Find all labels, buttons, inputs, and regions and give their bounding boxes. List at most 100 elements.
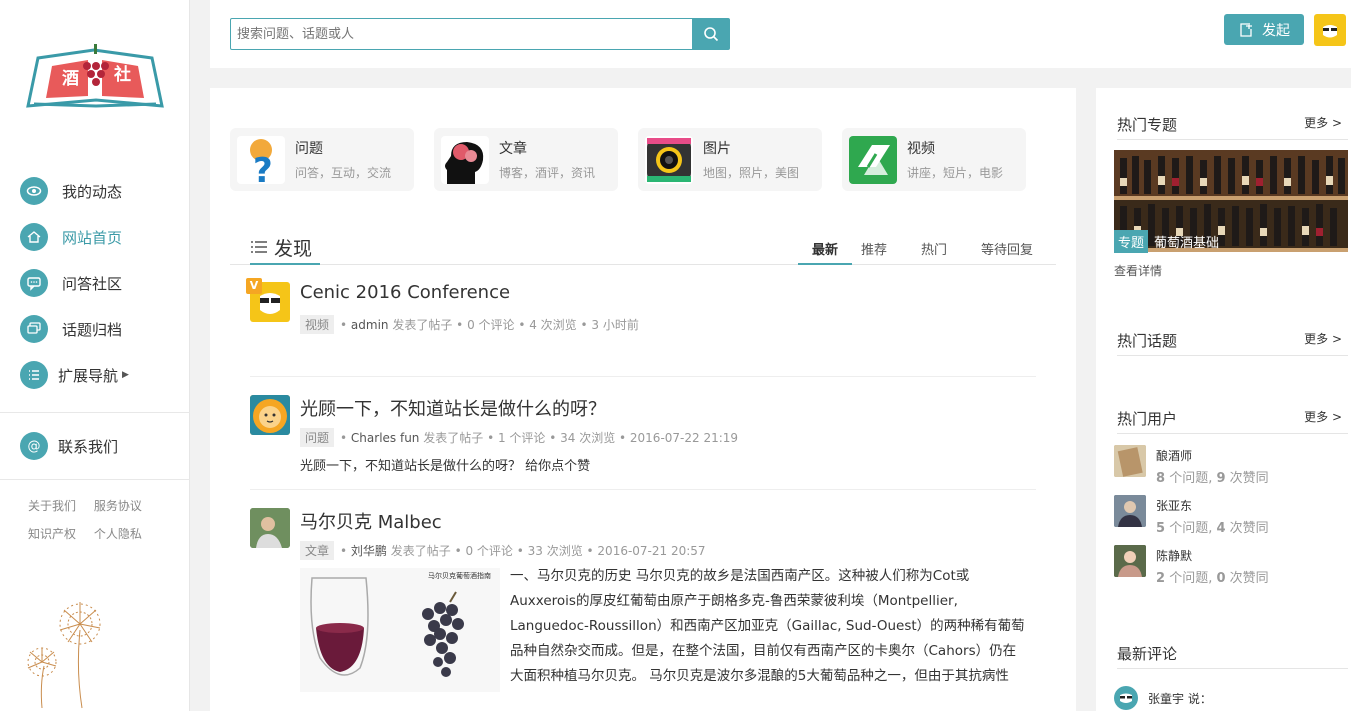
home-icon: [20, 223, 48, 251]
search-button[interactable]: [692, 19, 729, 49]
hot-topics-more-link[interactable]: 更多 >: [1304, 114, 1342, 131]
post-type-badge[interactable]: 问题: [300, 428, 335, 447]
sidebar-item-home[interactable]: 网站首页: [20, 222, 122, 252]
search-input[interactable]: [231, 19, 692, 49]
tab-recommended[interactable]: 推荐: [861, 239, 887, 265]
post-type-badge[interactable]: 文章: [300, 541, 335, 560]
footer-link-terms[interactable]: 服务协议: [94, 499, 142, 513]
article-image-caption: 马尔贝克葡萄酒指南: [428, 571, 491, 580]
top-bar: 发起: [210, 0, 1351, 68]
hot-topics-header: 热门专题 更多 >: [1117, 114, 1348, 140]
footer-link-about[interactable]: 关于我们: [28, 499, 76, 513]
person-photo-icon: [250, 508, 290, 548]
post-meta: 视频 • admin 发表了帖子 • 0 个评论 • 4 次浏览 • 3 小时前: [300, 315, 639, 334]
post-author[interactable]: 刘华鹏: [351, 542, 387, 559]
post-meta: 文章 • 刘华鹏 发表了帖子 • 0 个评论 • 33 次浏览 • 2016-0…: [300, 541, 706, 560]
sidebar-item-topics[interactable]: 话题归档: [20, 314, 122, 344]
post-stats: 发表了帖子 • 0 个评论 • 4 次浏览 • 3 小时前: [392, 318, 639, 332]
user-avatar[interactable]: [1114, 445, 1146, 477]
hot-users-header: 热门用户 更多 >: [1117, 408, 1348, 434]
post-title[interactable]: 光顾一下，不知道站长是做什么的呀？: [300, 395, 606, 421]
article-line: 品种自然杂交而成。但是，在整个法国，目前仅有西南产区的卡奥尔（Cahors）仍在: [510, 643, 1017, 659]
hot-subjects-header: 热门话题 更多 >: [1117, 330, 1348, 356]
hot-subjects-more-link[interactable]: 更多 >: [1304, 330, 1342, 347]
like-label: 次赞同: [1229, 521, 1269, 536]
like-label: 次赞同: [1229, 471, 1269, 486]
dandelion-decoration: [27, 602, 101, 709]
list-icon: [251, 241, 267, 253]
latest-comments-title: 最新评论: [1117, 645, 1178, 663]
logo[interactable]: 酒 社: [24, 40, 166, 114]
question-label: 个问题,: [1169, 571, 1213, 586]
category-subtitle: 博客，酒评，资讯: [499, 166, 596, 180]
category-title: 文章: [499, 141, 527, 157]
post-type-badge[interactable]: 视频: [300, 315, 335, 334]
category-question[interactable]: ? 问题 问答，互动，交流: [230, 128, 414, 191]
logo-left-char: 酒: [62, 68, 79, 89]
comment-item[interactable]: 张童宇 说：: [1114, 686, 1212, 710]
sidebar-item-extend-nav[interactable]: 扩展导航 ▶: [20, 360, 129, 390]
comments-icon: [20, 315, 48, 343]
article-line: 一、马尔贝克的历史 马尔贝克的故乡是法国西南产区。这种被人们称为Cot或: [510, 568, 970, 584]
post-divider: [250, 376, 1036, 377]
topic-tag-badge: 专题: [1114, 229, 1149, 253]
category-image[interactable]: 图片 地图，照片，美图: [638, 128, 822, 191]
category-article[interactable]: 文章 博客，酒评，资讯: [434, 128, 618, 191]
category-title: 问题: [295, 141, 323, 157]
user-stats: 2 个问题, 0 次赞同: [1156, 567, 1269, 586]
post-title[interactable]: Cenic 2016 Conference: [300, 282, 510, 303]
user-avatar[interactable]: [1314, 14, 1346, 46]
category-title: 视频: [907, 141, 935, 157]
hot-topics-title: 热门专题: [1117, 116, 1178, 134]
category-subtitle: 地图，照片，美图: [703, 166, 800, 180]
sidebar-item-my-activity[interactable]: 我的动态: [20, 176, 122, 206]
sidebar-item-label: 问答社区: [62, 274, 123, 293]
question-label: 个问题,: [1169, 521, 1213, 536]
new-post-icon: [1240, 22, 1252, 37]
latest-comments-header: 最新评论: [1117, 643, 1348, 669]
user-name[interactable]: 酿酒师: [1156, 447, 1192, 464]
footer-link-privacy[interactable]: 个人隐私: [94, 527, 142, 541]
tab-latest[interactable]: 最新: [798, 239, 852, 265]
commenter-avatar[interactable]: [1114, 686, 1138, 710]
user-stats: 5 个问题, 4 次赞同: [1156, 517, 1269, 536]
tab-hot[interactable]: 热门: [921, 239, 947, 265]
sunglasses-avatar-icon: [1120, 693, 1132, 703]
post-author[interactable]: Charles fun: [351, 431, 420, 445]
at-icon: @: [20, 432, 48, 460]
topic-name: 葡萄酒基础: [1154, 235, 1220, 251]
article-line: Auxxerois的厚皮红葡萄由原产于朗格多克-鲁西荣蒙彼利埃（Montpell…: [510, 593, 958, 609]
post-title[interactable]: 马尔贝克 Malbec: [300, 508, 442, 534]
hot-users-more-link[interactable]: 更多 >: [1304, 408, 1342, 425]
wine-glass-grapes-image: 马尔贝克葡萄酒指南: [300, 568, 500, 692]
post-author[interactable]: admin: [351, 318, 389, 332]
user-name[interactable]: 张亚东: [1156, 497, 1192, 514]
user-name[interactable]: 陈静默: [1156, 547, 1192, 564]
sidebar-item-qa[interactable]: 问答社区: [20, 268, 122, 298]
category-subtitle: 讲座，短片，电影: [907, 166, 1004, 180]
sidebar-item-label: 扩展导航: [58, 366, 119, 385]
question-label: 个问题,: [1169, 471, 1213, 486]
svg-text:?: ?: [253, 151, 273, 184]
topic-detail-link[interactable]: 查看详情: [1114, 262, 1162, 279]
like-label: 次赞同: [1229, 571, 1269, 586]
footer-link-ip[interactable]: 知识产权: [28, 527, 76, 541]
hot-subjects-title: 热门话题: [1117, 332, 1178, 350]
article-thumbnail[interactable]: 马尔贝克葡萄酒指南: [300, 568, 500, 692]
topic-label[interactable]: 专题 葡萄酒基础: [1114, 229, 1225, 253]
person-photo-icon: [1114, 545, 1146, 577]
post-author-avatar[interactable]: [250, 508, 290, 548]
launch-button[interactable]: 发起: [1224, 14, 1304, 45]
user-avatar[interactable]: [1114, 495, 1146, 527]
user-avatar[interactable]: [1114, 545, 1146, 577]
discover-header: 发现 最新 推荐 热门 等待回复: [230, 231, 1056, 265]
user-question-count: 2: [1156, 571, 1166, 586]
chat-icon: [20, 269, 48, 297]
category-video[interactable]: 视频 讲座，短片，电影: [842, 128, 1026, 191]
sidebar-item-contact[interactable]: @ 联系我们: [20, 431, 118, 461]
person-photo-icon: [1114, 495, 1146, 527]
search-icon: [703, 27, 718, 42]
post-author-avatar[interactable]: [250, 395, 290, 435]
camera-icon: [645, 135, 693, 184]
tab-waiting-reply[interactable]: 等待回复: [981, 239, 1033, 265]
